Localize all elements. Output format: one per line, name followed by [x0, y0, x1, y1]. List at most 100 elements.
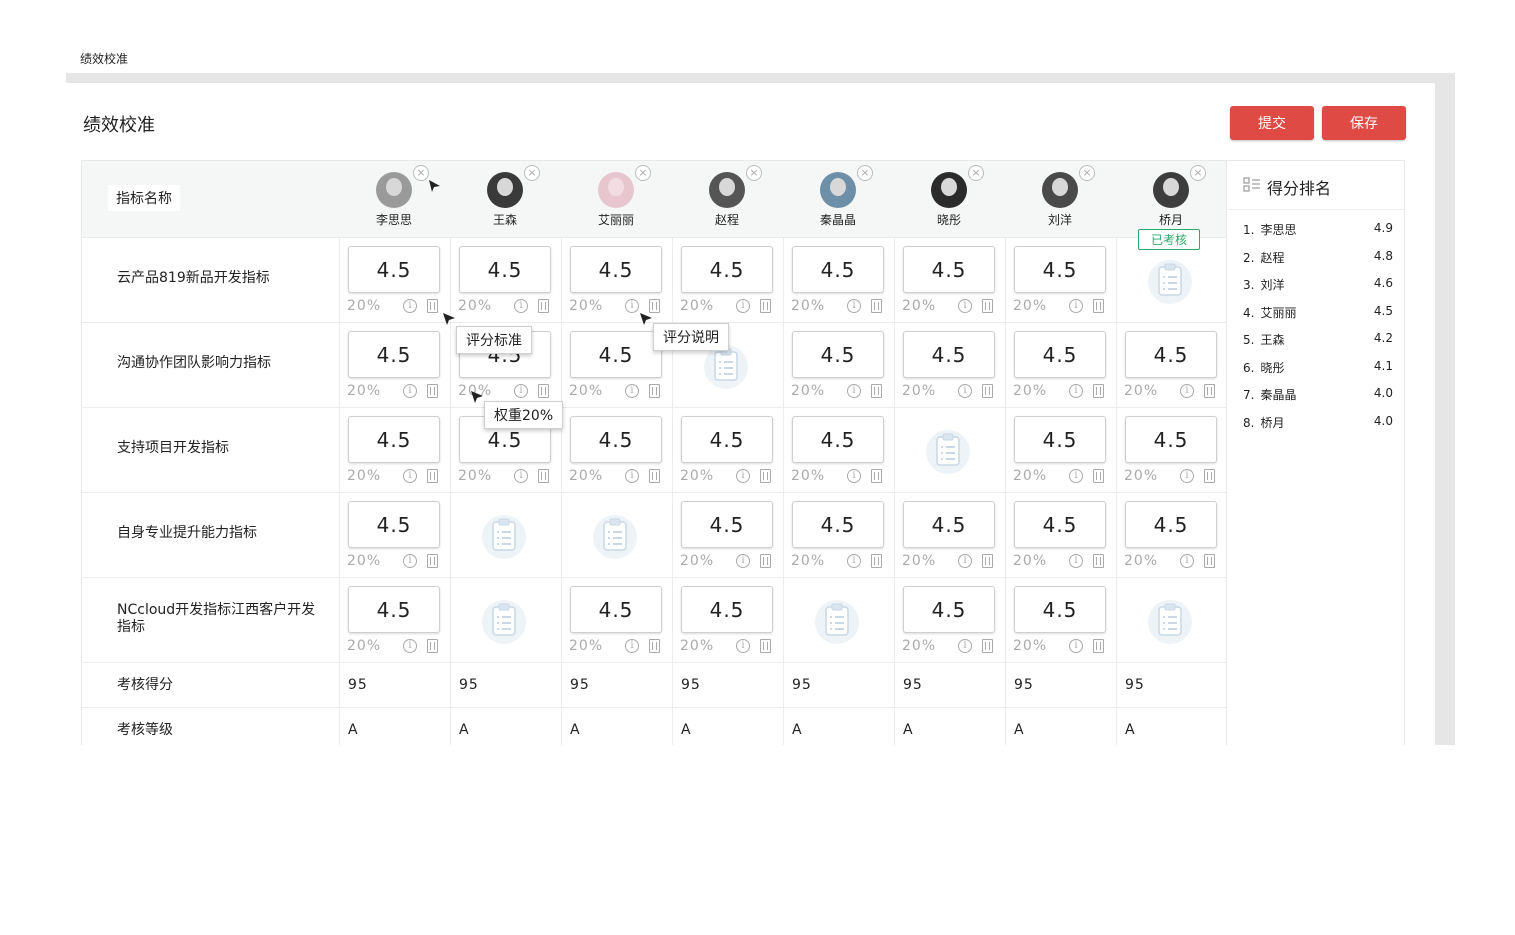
info-icon[interactable]: i: [514, 384, 528, 398]
scoring-standard-icon[interactable]: [427, 554, 438, 568]
remove-person-icon[interactable]: ×: [1079, 165, 1095, 181]
score-input[interactable]: 4.5: [570, 416, 662, 463]
scoring-standard-icon[interactable]: [760, 299, 771, 313]
scoring-standard-icon[interactable]: [427, 469, 438, 483]
score-input[interactable]: 4.5: [1125, 331, 1217, 378]
remove-person-icon[interactable]: ×: [968, 165, 984, 181]
scoring-standard-icon[interactable]: [538, 469, 549, 483]
score-input[interactable]: 4.5: [570, 331, 662, 378]
scoring-standard-icon[interactable]: [1093, 384, 1104, 398]
score-input[interactable]: 4.5: [1125, 416, 1217, 463]
info-icon[interactable]: i: [958, 299, 972, 313]
scoring-standard-icon[interactable]: [1204, 469, 1215, 483]
scoring-standard-icon[interactable]: [1204, 554, 1215, 568]
score-input[interactable]: 4.5: [1014, 246, 1106, 293]
remove-person-icon[interactable]: ×: [1190, 165, 1206, 181]
info-icon[interactable]: i: [847, 384, 861, 398]
score-input[interactable]: 4.5: [348, 586, 440, 633]
scoring-standard-icon[interactable]: [760, 554, 771, 568]
score-input[interactable]: 4.5: [348, 331, 440, 378]
scoring-standard-icon[interactable]: [871, 469, 882, 483]
info-icon[interactable]: i: [403, 639, 417, 653]
info-icon[interactable]: i: [958, 554, 972, 568]
score-input[interactable]: 4.5: [903, 331, 995, 378]
score-input[interactable]: 4.5: [348, 501, 440, 548]
info-icon[interactable]: i: [403, 384, 417, 398]
scoring-standard-icon[interactable]: [538, 299, 549, 313]
info-icon[interactable]: i: [514, 299, 528, 313]
score-input[interactable]: 4.5: [792, 331, 884, 378]
info-icon[interactable]: i: [403, 299, 417, 313]
scoring-standard-icon[interactable]: [982, 384, 993, 398]
info-icon[interactable]: i: [625, 639, 639, 653]
info-icon[interactable]: i: [847, 299, 861, 313]
scoring-standard-icon[interactable]: [538, 384, 549, 398]
score-input[interactable]: 4.5: [792, 501, 884, 548]
info-icon[interactable]: i: [958, 639, 972, 653]
scoring-standard-icon[interactable]: [1093, 469, 1104, 483]
info-icon[interactable]: i: [403, 469, 417, 483]
score-input[interactable]: 4.5: [1014, 331, 1106, 378]
info-icon[interactable]: i: [736, 554, 750, 568]
score-input[interactable]: 4.5: [792, 246, 884, 293]
score-input[interactable]: 4.5: [570, 586, 662, 633]
submit-button[interactable]: 提交: [1230, 106, 1314, 140]
score-input[interactable]: 4.5: [348, 416, 440, 463]
remove-person-icon[interactable]: ×: [857, 165, 873, 181]
info-icon[interactable]: i: [847, 469, 861, 483]
score-input[interactable]: 4.5: [348, 246, 440, 293]
info-icon[interactable]: i: [625, 469, 639, 483]
info-icon[interactable]: i: [1069, 299, 1083, 313]
score-input[interactable]: 4.5: [903, 246, 995, 293]
scoring-standard-icon[interactable]: [1093, 639, 1104, 653]
score-input[interactable]: 4.5: [903, 586, 995, 633]
remove-person-icon[interactable]: ×: [524, 165, 540, 181]
score-input[interactable]: 4.5: [681, 501, 773, 548]
save-button[interactable]: 保存: [1322, 106, 1406, 140]
score-input[interactable]: 4.5: [903, 501, 995, 548]
score-input[interactable]: 4.5: [792, 416, 884, 463]
score-input[interactable]: 4.5: [459, 246, 551, 293]
score-input[interactable]: 4.5: [681, 586, 773, 633]
scoring-standard-icon[interactable]: [649, 384, 660, 398]
scoring-standard-icon[interactable]: [760, 639, 771, 653]
scoring-standard-icon[interactable]: [427, 639, 438, 653]
scoring-standard-icon[interactable]: [982, 554, 993, 568]
score-input[interactable]: 4.5: [1014, 586, 1106, 633]
scoring-standard-icon[interactable]: [649, 639, 660, 653]
scoring-standard-icon[interactable]: [871, 299, 882, 313]
info-icon[interactable]: i: [847, 554, 861, 568]
info-icon[interactable]: i: [1069, 554, 1083, 568]
score-input[interactable]: 4.5: [1014, 501, 1106, 548]
remove-person-icon[interactable]: ×: [635, 165, 651, 181]
info-icon[interactable]: i: [625, 299, 639, 313]
scoring-standard-icon[interactable]: [760, 469, 771, 483]
scoring-standard-icon[interactable]: [1093, 299, 1104, 313]
scoring-standard-icon[interactable]: [982, 639, 993, 653]
scoring-standard-icon[interactable]: [649, 469, 660, 483]
scoring-standard-icon[interactable]: [427, 384, 438, 398]
score-input[interactable]: 4.5: [681, 246, 773, 293]
scoring-standard-icon[interactable]: [871, 554, 882, 568]
info-icon[interactable]: i: [736, 299, 750, 313]
info-icon[interactable]: i: [1069, 469, 1083, 483]
score-input[interactable]: 4.5: [1014, 416, 1106, 463]
info-icon[interactable]: i: [1069, 384, 1083, 398]
info-icon[interactable]: i: [403, 554, 417, 568]
info-icon[interactable]: i: [1069, 639, 1083, 653]
info-icon[interactable]: i: [1180, 384, 1194, 398]
info-icon[interactable]: i: [736, 639, 750, 653]
scoring-standard-icon[interactable]: [1093, 554, 1104, 568]
scoring-standard-icon[interactable]: [1204, 384, 1215, 398]
scoring-standard-icon[interactable]: [871, 384, 882, 398]
info-icon[interactable]: i: [514, 469, 528, 483]
info-icon[interactable]: i: [1180, 469, 1194, 483]
info-icon[interactable]: i: [958, 384, 972, 398]
score-input[interactable]: 4.5: [1125, 501, 1217, 548]
scoring-standard-icon[interactable]: [427, 299, 438, 313]
info-icon[interactable]: i: [1180, 554, 1194, 568]
scoring-standard-icon[interactable]: [982, 299, 993, 313]
remove-person-icon[interactable]: ×: [746, 165, 762, 181]
info-icon[interactable]: i: [736, 469, 750, 483]
score-input[interactable]: 4.5: [570, 246, 662, 293]
